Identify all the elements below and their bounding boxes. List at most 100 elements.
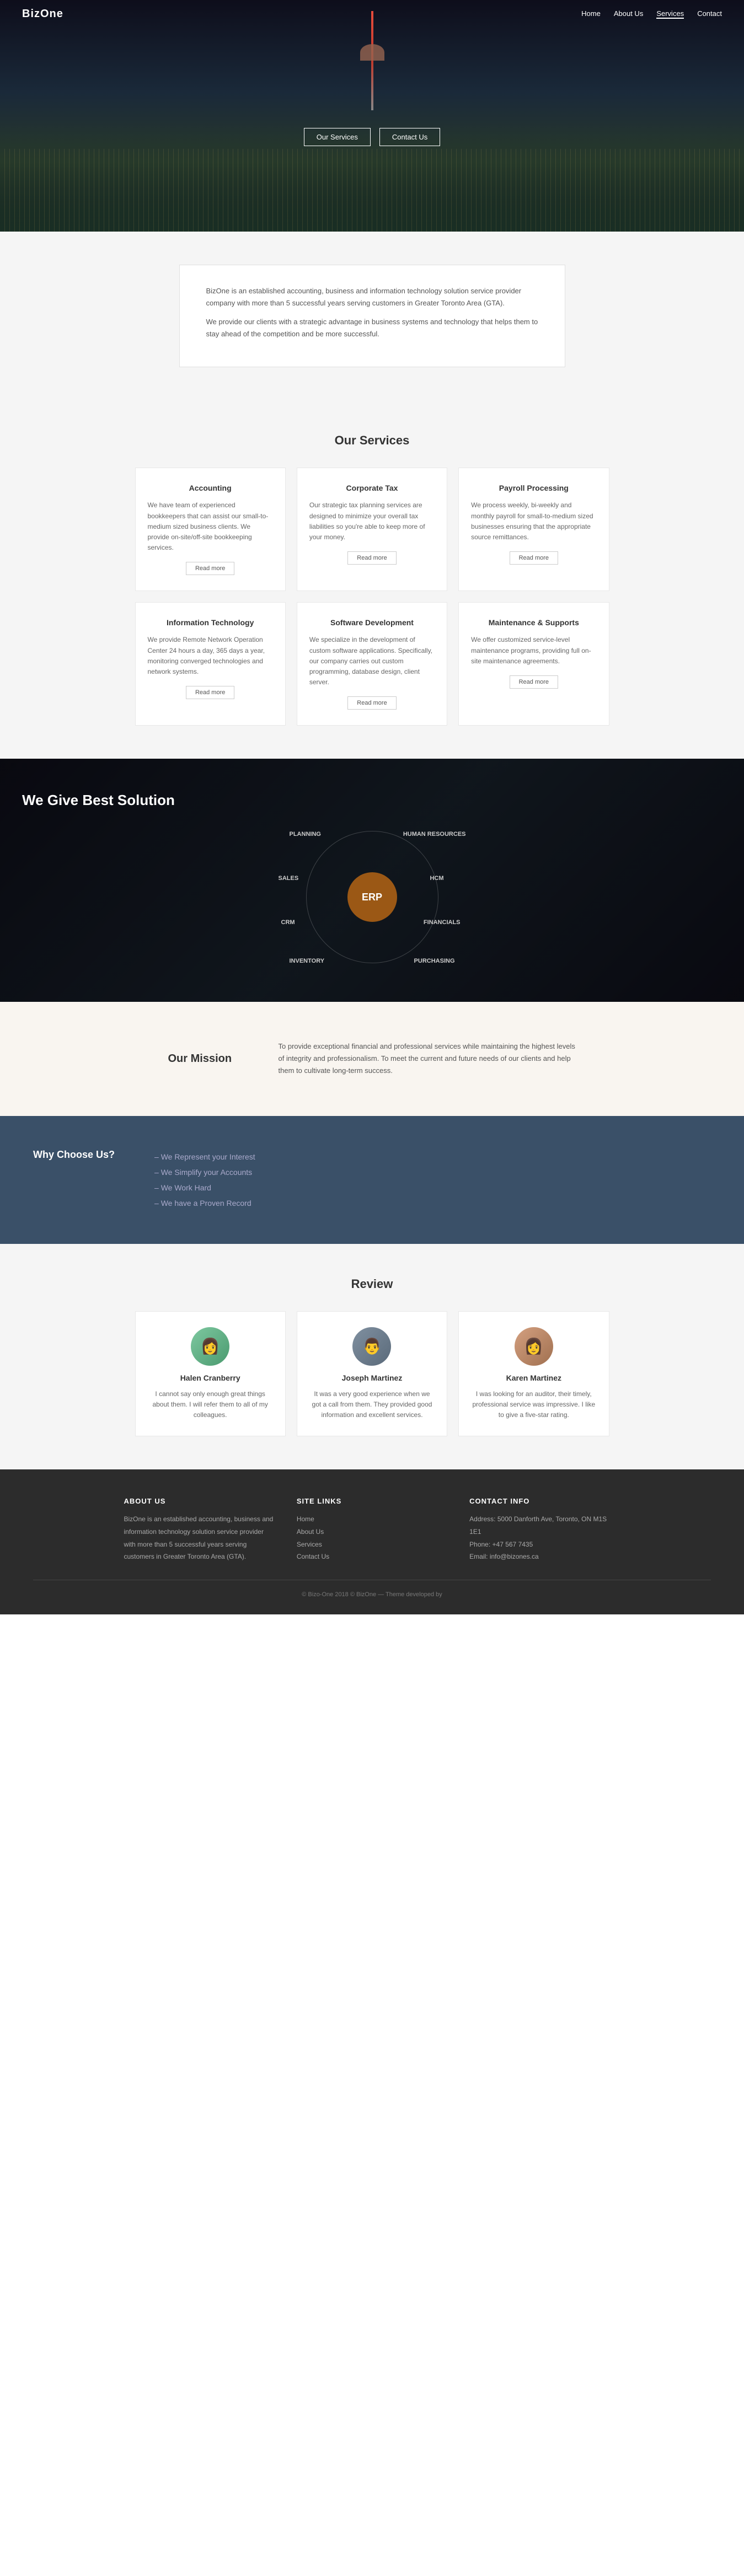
review-card-2: 👨 Joseph Martinez It was a very good exp… [297, 1311, 447, 1437]
footer-about-title: ABOUT US [124, 1497, 275, 1505]
mission-title: Our Mission [168, 1053, 245, 1065]
footer-bottom: © Bizo-One 2018 © BizOne — Theme develop… [33, 1580, 711, 1598]
erp-section: We Give Best Solution ERP PLANNING SALES… [0, 759, 744, 1002]
footer-link-home[interactable]: Home [297, 1513, 447, 1526]
footer-sitelinks-col: SITE LINKS Home About Us Services Contac… [297, 1497, 447, 1563]
why-title: Why Choose Us? [33, 1149, 121, 1161]
review-section: Review 👩 Halen Cranberry I cannot say on… [0, 1244, 744, 1470]
service-title-software: Software Development [309, 618, 435, 627]
nav-about[interactable]: About Us [614, 9, 643, 19]
service-desc-tax: Our strategic tax planning services are … [309, 500, 435, 543]
read-more-accounting[interactable]: Read more [186, 562, 234, 575]
service-title-maintenance: Maintenance & Supports [471, 618, 596, 627]
erp-label-purchasing: PURCHASING [414, 958, 455, 964]
footer-link-about[interactable]: About Us [297, 1526, 447, 1538]
mission-text: To provide exceptional financial and pro… [279, 1040, 576, 1077]
reviewer-name-3: Karen Martinez [471, 1373, 596, 1382]
about-para1: BizOne is an established accounting, bus… [206, 285, 538, 309]
service-desc-maintenance: We offer customized service-level mainte… [471, 635, 596, 667]
services-grid: Accounting We have team of experienced b… [135, 468, 609, 726]
about-para2: We provide our clients with a strategic … [206, 316, 538, 340]
service-card-tax: Corporate Tax Our strategic tax planning… [297, 468, 447, 591]
service-desc-it: We provide Remote Network Operation Cent… [148, 635, 273, 677]
avatar-face-3: 👩 [524, 1337, 543, 1355]
erp-label-sales: SALES [279, 875, 299, 882]
service-desc-payroll: We process weekly, bi-weekly and monthly… [471, 500, 596, 543]
service-title-accounting: Accounting [148, 484, 273, 492]
footer-contact-col: CONTACT INFO Address: 5000 Danforth Ave,… [469, 1497, 620, 1563]
reviewer-name-2: Joseph Martinez [309, 1373, 435, 1382]
contact-us-button[interactable]: Contact Us [379, 128, 440, 146]
navigation: BizOne Home About Us Services Contact [0, 0, 744, 28]
our-services-button[interactable]: Our Services [304, 128, 371, 146]
service-desc-accounting: We have team of experienced bookkeepers … [148, 500, 273, 553]
services-title: Our Services [22, 433, 722, 448]
why-list: We Represent your Interest We Simplify y… [154, 1149, 255, 1211]
why-item-3: We Work Hard [154, 1180, 255, 1195]
erp-label-hcm: HCM [430, 875, 443, 882]
why-item-4: We have a Proven Record [154, 1195, 255, 1211]
review-grid: 👩 Halen Cranberry I cannot say only enou… [135, 1311, 609, 1437]
review-card-3: 👩 Karen Martinez I was looking for an au… [458, 1311, 609, 1437]
review-title: Review [22, 1277, 722, 1291]
read-more-payroll[interactable]: Read more [510, 551, 558, 565]
nav-contact[interactable]: Contact [697, 9, 722, 19]
footer-email: Email: info@bizones.ca [469, 1550, 620, 1563]
footer-about-text: BizOne is an established accounting, bus… [124, 1513, 275, 1563]
service-title-tax: Corporate Tax [309, 484, 435, 492]
avatar-3: 👩 [515, 1327, 553, 1366]
avatar-1: 👩 [191, 1327, 229, 1366]
logo[interactable]: BizOne [22, 8, 63, 20]
footer-address: Address: 5000 Danforth Ave, Toronto, ON … [469, 1513, 620, 1538]
why-item-1: We Represent your Interest [154, 1149, 255, 1164]
avatar-face-2: 👨 [362, 1337, 382, 1355]
hero-content: Our Services Contact Us [304, 119, 440, 146]
mission-wrapper: Our Mission To provide exceptional finan… [0, 1002, 744, 1115]
read-more-it[interactable]: Read more [186, 686, 234, 699]
nav-home[interactable]: Home [581, 9, 601, 19]
nav-services[interactable]: Services [656, 9, 684, 19]
review-text-2: It was a very good experience when we go… [309, 1389, 435, 1421]
footer-grid: ABOUT US BizOne is an established accoun… [124, 1497, 620, 1563]
hero-section: Our Services Contact Us [0, 0, 744, 232]
erp-center: ERP [347, 872, 397, 922]
service-card-maintenance: Maintenance & Supports We offer customiz… [458, 602, 609, 726]
review-text-1: I cannot say only enough great things ab… [148, 1389, 273, 1421]
service-card-accounting: Accounting We have team of experienced b… [135, 468, 286, 591]
service-card-it: Information Technology We provide Remote… [135, 602, 286, 726]
erp-label-inventory: INVENTORY [290, 958, 325, 964]
service-desc-software: We specialize in the development of cust… [309, 635, 435, 688]
service-card-payroll: Payroll Processing We process weekly, bi… [458, 468, 609, 591]
erp-diagram: ERP PLANNING SALES CRM INVENTORY HUMAN R… [279, 825, 466, 969]
hero-buttons: Our Services Contact Us [304, 128, 440, 146]
service-title-it: Information Technology [148, 618, 273, 627]
footer-link-contact[interactable]: Contact Us [297, 1550, 447, 1563]
footer-about-col: ABOUT US BizOne is an established accoun… [124, 1497, 275, 1563]
review-card-1: 👩 Halen Cranberry I cannot say only enou… [135, 1311, 286, 1437]
footer-link-services[interactable]: Services [297, 1538, 447, 1551]
avatar-2: 👨 [352, 1327, 391, 1366]
erp-label-planning: PLANNING [290, 831, 321, 838]
reviewer-name-1: Halen Cranberry [148, 1373, 273, 1382]
why-section: Why Choose Us? We Represent your Interes… [0, 1116, 744, 1244]
nav-links: Home About Us Services Contact [581, 9, 722, 19]
service-card-software: Software Development We specialize in th… [297, 602, 447, 726]
footer-copyright: © Bizo-One 2018 © BizOne — Theme develop… [302, 1591, 442, 1598]
about-box: BizOne is an established accounting, bus… [179, 265, 565, 367]
read-more-software[interactable]: Read more [347, 696, 396, 710]
erp-label-hr: HUMAN RESOURCES [403, 831, 466, 838]
footer-phone: Phone: +47 567 7435 [469, 1538, 620, 1551]
footer: ABOUT US BizOne is an established accoun… [0, 1469, 744, 1614]
city-lights-decoration [0, 149, 744, 232]
review-text-3: I was looking for an auditor, their time… [471, 1389, 596, 1421]
footer-sitelinks-title: SITE LINKS [297, 1497, 447, 1505]
erp-title: We Give Best Solution [22, 792, 722, 809]
why-item-2: We Simplify your Accounts [154, 1164, 255, 1180]
services-section: Our Services Accounting We have team of … [0, 400, 744, 759]
read-more-maintenance[interactable]: Read more [510, 675, 558, 689]
erp-label-crm: CRM [281, 919, 295, 926]
erp-label-financials: FINANCIALS [424, 919, 461, 926]
service-title-payroll: Payroll Processing [471, 484, 596, 492]
read-more-tax[interactable]: Read more [347, 551, 396, 565]
mission-section: Our Mission To provide exceptional finan… [135, 1002, 609, 1115]
